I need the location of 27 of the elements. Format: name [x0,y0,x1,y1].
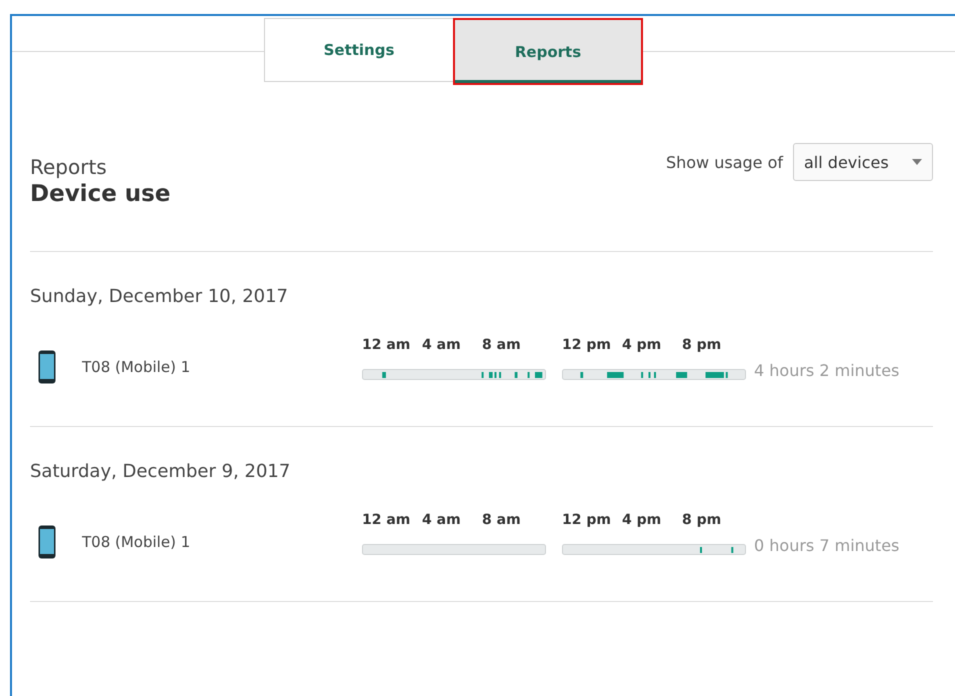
phone-icon [38,350,56,384]
device-name: T08 (Mobile) 1 [82,533,190,551]
hour-label: 12 pm [562,337,612,353]
hour-label: 12 pm [562,512,612,528]
hour-label: 8 pm [682,337,722,353]
usage-total: 0 hours 7 minutes [754,536,900,555]
hour-label: 12 am [362,337,412,353]
hour-label: 8 am [482,337,522,353]
tab[interactable]: Settings [264,18,454,82]
hour-label: 4 am [422,512,462,528]
phone-icon [38,525,56,559]
hour-label: 8 am [482,512,522,528]
hour-label: 12 am [362,512,412,528]
page-title: Device use [30,181,170,207]
filter-label: Show usage of [666,152,783,172]
caret-icon [912,159,922,165]
tab[interactable]: Reports [453,18,643,85]
section-label: Reports [30,155,108,179]
hour-label: 8 pm [682,512,722,528]
usage-total: 4 hours 2 minutes [754,361,900,380]
device-select[interactable]: all devices [793,143,933,181]
hour-label: 4 pm [622,512,662,528]
day-date: Saturday, December 9, 2017 [30,461,292,482]
device-name: T08 (Mobile) 1 [82,358,190,376]
hour-label: 4 am [422,337,462,353]
hour-label: 4 pm [622,337,662,353]
day-date: Sunday, December 10, 2017 [30,286,290,307]
